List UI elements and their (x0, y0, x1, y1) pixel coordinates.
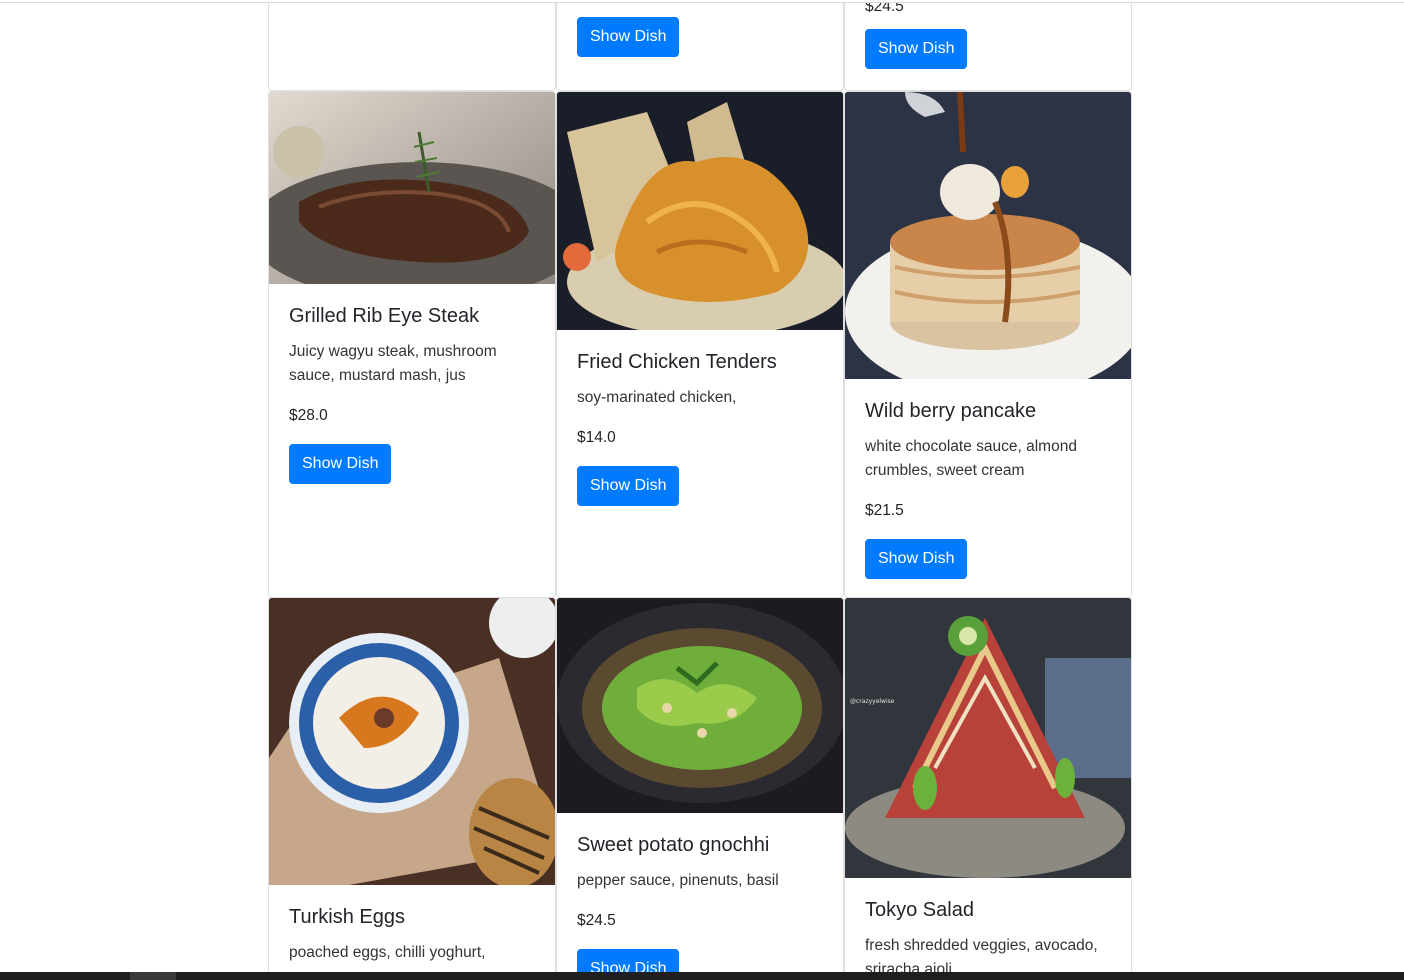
show-dish-button[interactable]: Show Dish (577, 17, 680, 57)
show-dish-button[interactable]: Show Dish (577, 466, 680, 506)
dish-card: @crazyyelwise Tokyo Salad fresh shredded… (844, 597, 1132, 980)
pancake-photo (845, 92, 1131, 379)
dish-price: $21.5 (865, 502, 904, 519)
show-dish-button[interactable]: Show Dish (865, 539, 968, 579)
dish-price: $24.5 (577, 912, 616, 929)
dish-description: white chocolate sauce, almond crumbles, … (865, 438, 1077, 479)
show-dish-button[interactable]: Show Dish (865, 29, 968, 69)
dish-card: $24.5 Show Dish (844, 0, 1132, 91)
dish-price: $28.0 (289, 407, 328, 424)
salad-photo: @crazyyelwise (845, 598, 1131, 878)
dish-price: $14.0 (577, 429, 616, 446)
dish-title: Turkish Eggs (289, 906, 405, 928)
dish-title: Tokyo Salad (865, 899, 974, 921)
fried-chicken-photo (557, 92, 843, 330)
turkish-eggs-photo (269, 598, 555, 885)
show-dish-button[interactable]: Show Dish (289, 444, 392, 484)
dish-card: Turkish Eggs poached eggs, chilli yoghur… (268, 597, 556, 980)
browser-top-edge (0, 0, 1404, 3)
dish-title: Wild berry pancake (865, 400, 1037, 422)
taskbar-item[interactable] (130, 972, 176, 980)
os-taskbar (0, 972, 1404, 980)
steak-photo (269, 92, 555, 284)
dish-description: soy-marinated chicken, (577, 389, 737, 406)
dish-card: Wild berry pancake white chocolate sauce… (844, 91, 1132, 598)
dish-card: Sweet potato gnochhi pepper sauce, pinen… (556, 597, 844, 980)
dish-description: poached eggs, chilli yoghurt, (289, 944, 486, 961)
dish-title: Sweet potato gnochhi (577, 834, 770, 856)
dish-title: Grilled Rib Eye Steak (289, 305, 480, 327)
dish-description: Juicy wagyu steak, mushroom sauce, musta… (289, 343, 497, 384)
dish-title: Fried Chicken Tenders (577, 351, 777, 373)
image-watermark: @crazyyelwise (850, 698, 895, 705)
dish-card: Show Dish (556, 0, 844, 91)
dish-card: Fried Chicken Tenders soy-marinated chic… (556, 91, 844, 598)
gnocchi-photo (557, 598, 843, 813)
dish-description: pepper sauce, pinenuts, basil (577, 872, 779, 889)
dish-card: Grilled Rib Eye Steak Juicy wagyu steak,… (268, 91, 556, 598)
dish-card (268, 0, 556, 91)
